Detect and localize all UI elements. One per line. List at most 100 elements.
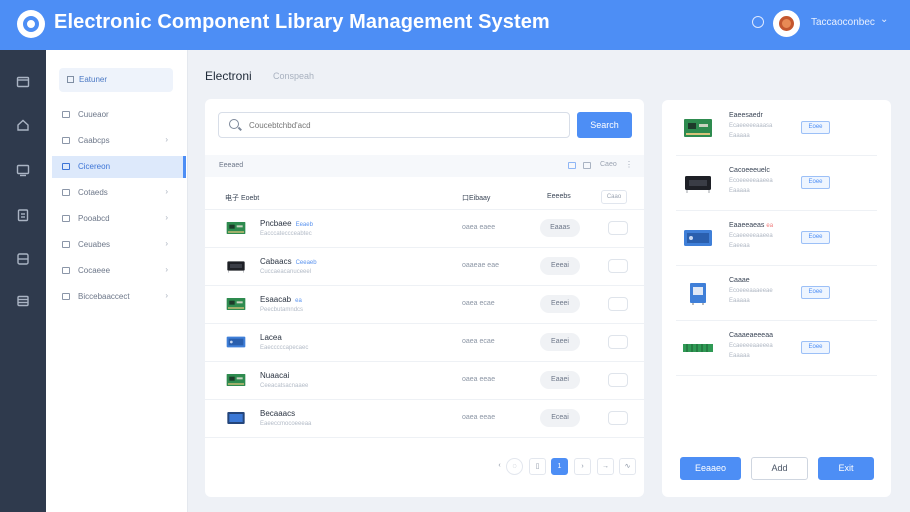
bell-icon[interactable] bbox=[752, 16, 764, 28]
primary-action-button[interactable]: Eeaaeo bbox=[680, 457, 741, 480]
component-name[interactable]: Becaaacs bbox=[260, 409, 299, 418]
sidebar-item[interactable]: Cocaeee › bbox=[52, 260, 186, 282]
featured-detail: Eaeeaa bbox=[729, 243, 750, 249]
sidebar-item[interactable]: Pooabcd › bbox=[52, 208, 186, 230]
table-header: 电子 Eoebt 口Eibaay Eeeebs Caao bbox=[205, 184, 644, 210]
chevron-right-icon: › bbox=[165, 135, 168, 144]
sidebar-item-icon bbox=[62, 189, 70, 196]
list-view-icon[interactable] bbox=[583, 162, 591, 169]
featured-item[interactable]: Caaae Ecoeeeaaaeeae Eaaaaa Eoee bbox=[676, 266, 877, 321]
chevron-right-icon: › bbox=[165, 239, 168, 248]
table-row[interactable]: Esaacab ea Peecbutamndcs oaea ecae Eeeei bbox=[205, 286, 644, 324]
featured-detail: Ecaeeeeeaaeea bbox=[729, 233, 773, 239]
featured-item[interactable]: Eaaeeaeas ea Ecaeeeeeaaeea Eaeeaa Eoee bbox=[676, 211, 877, 266]
pager-item[interactable]: ▯ bbox=[529, 458, 546, 475]
column-header[interactable]: 电子 Eoebt bbox=[225, 193, 259, 203]
sidebar-item-label: Cicereon bbox=[78, 162, 111, 171]
featured-detail: Ecaeeeeeaaasa bbox=[729, 123, 773, 129]
component-image bbox=[682, 114, 714, 142]
storage-icon[interactable] bbox=[16, 294, 30, 307]
breadcrumb-current[interactable]: Electroni bbox=[205, 69, 252, 83]
sidebar-item[interactable]: Biccebaaccect › bbox=[52, 286, 186, 308]
list-label: Eeeaed bbox=[219, 162, 244, 169]
featured-detail: Ecoeeeeeaaeea bbox=[729, 178, 773, 184]
row-toggle[interactable] bbox=[608, 221, 628, 235]
table-row[interactable]: Lacea Eaecccccapecaec oaea ecae Eaeei bbox=[205, 324, 644, 362]
featured-chip[interactable]: Eoee bbox=[801, 121, 830, 134]
breadcrumb-next[interactable]: Conspeah bbox=[273, 71, 314, 81]
sidebar-item[interactable]: Cuueaor bbox=[52, 104, 186, 126]
featured-detail: Eaaaaa bbox=[729, 353, 750, 359]
chevron-right-icon: › bbox=[165, 187, 168, 196]
pager-next[interactable]: → bbox=[597, 458, 614, 475]
sidebar-item-label: Cocaeee bbox=[78, 266, 111, 275]
table-row[interactable]: Cabaacs Ceeaeb Cuccaeacanuceeel oaaeae eae E… bbox=[205, 248, 644, 286]
folder-icon[interactable] bbox=[16, 75, 30, 88]
column-header[interactable]: 口Eibaay bbox=[462, 193, 490, 203]
sort-label[interactable]: Caeo bbox=[600, 161, 617, 168]
sidebar-top-item[interactable]: Eatuner bbox=[59, 68, 173, 92]
user-name[interactable]: Taccaoconbec bbox=[811, 17, 875, 28]
component-name[interactable]: Nuaacai bbox=[260, 371, 293, 380]
search-button[interactable]: Search bbox=[577, 112, 632, 138]
component-tag: Eeaeb bbox=[295, 222, 313, 228]
pager-last[interactable]: ∿ bbox=[619, 458, 636, 475]
grid-view-icon[interactable] bbox=[568, 162, 576, 169]
database-icon[interactable] bbox=[16, 252, 30, 265]
featured-chip[interactable]: Eoee bbox=[801, 341, 830, 354]
sidebar-item-icon bbox=[62, 163, 70, 170]
component-name-text: Nuaacai bbox=[260, 371, 290, 380]
home-icon[interactable] bbox=[16, 118, 30, 131]
sidebar-item[interactable]: Caabcps › bbox=[52, 130, 186, 152]
component-list-card: Search Eeeaed Caeo ⋮ 电子 Eoebt 口Eibaay Ee… bbox=[205, 99, 644, 497]
chevron-down-icon[interactable]: ⌄ bbox=[880, 14, 888, 25]
column-header-action[interactable]: Caao bbox=[601, 190, 627, 204]
featured-item[interactable]: Eaeesaedr Ecaeeeeeaaasa Eaaaaa Eoee bbox=[676, 101, 877, 156]
sidebar-item-icon bbox=[62, 293, 70, 300]
monitor-icon[interactable] bbox=[16, 163, 30, 177]
featured-detail: Ecoeeeaaaeeae bbox=[729, 288, 773, 294]
avatar[interactable] bbox=[773, 10, 800, 37]
table-row[interactable]: Becaaacs Eaeeccmocoeeeaa oaea eeae Eceai bbox=[205, 400, 644, 438]
pager-item[interactable]: › bbox=[574, 458, 591, 475]
clipboard-icon[interactable] bbox=[16, 208, 30, 222]
featured-detail: Eaaaaa bbox=[729, 298, 750, 304]
sidebar-item[interactable]: Cotaeds › bbox=[52, 182, 186, 204]
featured-chip[interactable]: Eoee bbox=[801, 286, 830, 299]
sidebar-item-icon bbox=[62, 137, 70, 144]
add-button[interactable]: Add bbox=[751, 457, 808, 480]
component-thumbnail bbox=[225, 410, 247, 426]
sidebar-item-icon bbox=[62, 267, 70, 274]
component-thumbnail bbox=[225, 296, 247, 312]
sidebar-item[interactable]: Ceuabes › bbox=[52, 234, 186, 256]
pager-current[interactable]: 1 bbox=[551, 458, 568, 475]
featured-chip[interactable]: Eoee bbox=[801, 176, 830, 189]
component-name[interactable]: Cabaacs Ceeaeb bbox=[260, 257, 317, 266]
more-icon[interactable]: ⋮ bbox=[625, 160, 633, 169]
status-badge: Eaaas bbox=[540, 219, 580, 237]
component-tag: ea bbox=[295, 298, 302, 304]
row-toggle[interactable] bbox=[608, 259, 628, 273]
sidebar-item-active[interactable]: Cicereon bbox=[52, 156, 186, 178]
featured-title-text: Eaaeeaeas bbox=[729, 222, 765, 229]
row-toggle[interactable] bbox=[608, 373, 628, 387]
grid-icon bbox=[67, 76, 74, 83]
component-name[interactable]: Esaacab ea bbox=[260, 295, 302, 304]
exit-button[interactable]: Exit bbox=[818, 457, 874, 480]
search-field[interactable] bbox=[218, 112, 570, 138]
column-header[interactable]: Eeeebs bbox=[547, 193, 571, 200]
row-toggle[interactable] bbox=[608, 411, 628, 425]
featured-item[interactable]: Caaaeaeeeaa Ecaeeeeaaeeea Eaaaaa Eoee bbox=[676, 321, 877, 376]
pager-item[interactable]: ◌ bbox=[506, 458, 523, 475]
component-tag: Ceeaeb bbox=[295, 260, 317, 266]
table-row[interactable]: Pncbaee Eeaeb Eacccateccceabtec oaea eaee Ea… bbox=[205, 210, 644, 248]
search-input[interactable] bbox=[249, 117, 549, 133]
featured-chip[interactable]: Eoee bbox=[801, 231, 830, 244]
row-toggle[interactable] bbox=[608, 297, 628, 311]
component-name[interactable]: Pncbaee Eeaeb bbox=[260, 219, 313, 228]
component-name[interactable]: Lacea bbox=[260, 333, 286, 342]
row-toggle[interactable] bbox=[608, 335, 628, 349]
component-quantity: oaea eaee bbox=[462, 224, 496, 231]
featured-item[interactable]: Cacoeeeuelc Ecoeeeeeaaeea Eaaaaa Eoee bbox=[676, 156, 877, 211]
table-row[interactable]: Nuaacai Ceeacatsacnaaee oaea eeae Eaaei bbox=[205, 362, 644, 400]
